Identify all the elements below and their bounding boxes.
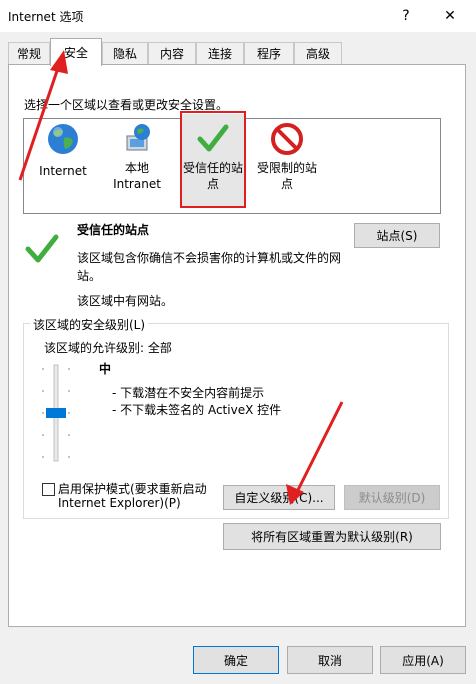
cancel-button[interactable]: 取消: [287, 646, 373, 674]
tab-connections[interactable]: 连接: [196, 42, 244, 64]
zone-label: Internet: [39, 164, 87, 178]
zone-restricted-sites[interactable]: 受限制的站 点: [254, 122, 320, 192]
security-level-slider[interactable]: [38, 362, 74, 468]
tab-programs[interactable]: 程序: [244, 42, 294, 64]
trusted-check-icon: [25, 234, 59, 263]
tab-advanced[interactable]: 高级: [294, 42, 342, 64]
zone-label: 本地: [124, 161, 149, 175]
sites-button[interactable]: 站点(S): [354, 223, 440, 248]
slider-thumb[interactable]: [46, 408, 66, 418]
zone-label: 点: [280, 177, 293, 191]
ok-button[interactable]: 确定: [193, 646, 279, 674]
selected-zone-desc-line1: 该区域包含你确信不会损害你的计算机或文件的网: [77, 251, 342, 265]
security-level-bullet-1: - 下载潜在不安全内容前提示: [112, 386, 265, 400]
zone-label: Intranet: [113, 177, 161, 191]
selected-zone-desc-line2: 站。: [77, 269, 102, 283]
intranet-icon: [126, 124, 150, 151]
security-level-name: 中: [99, 362, 112, 376]
protected-mode-checkbox[interactable]: [42, 483, 55, 496]
selected-zone-note: 该区域中有网站。: [77, 294, 174, 308]
default-level-button[interactable]: 默认级别(D): [344, 485, 440, 510]
zone-internet[interactable]: Internet: [32, 122, 94, 179]
tab-privacy[interactable]: 隐私: [102, 42, 148, 64]
tab-general[interactable]: 常规: [8, 42, 50, 64]
zone-local-intranet[interactable]: 本地 Intranet: [108, 122, 166, 192]
annotation-highlight-box: [180, 111, 246, 208]
zone-label: 受限制的站: [256, 161, 317, 175]
allowed-level-text: 该区域的允许级别: 全部: [44, 341, 172, 355]
reset-all-zones-button[interactable]: 将所有区域重置为默认级别(R): [223, 523, 441, 550]
security-level-bullet-2: - 不下载未签名的 ActiveX 控件: [112, 403, 282, 417]
custom-level-button[interactable]: 自定义级别(C)...: [223, 485, 335, 510]
restricted-icon: [271, 123, 303, 155]
protected-mode-label-line1: 启用保护模式(要求重新启动: [58, 482, 207, 496]
help-button[interactable]: ?: [384, 0, 428, 32]
apply-button[interactable]: 应用(A): [380, 646, 466, 674]
security-level-label: 该区域的安全级别(L): [30, 316, 149, 333]
globe-icon: [48, 124, 78, 154]
selected-zone-title: 受信任的站点: [77, 223, 150, 237]
window-title: Internet 选项: [8, 10, 84, 24]
tab-security[interactable]: 安全: [50, 38, 102, 66]
tab-content[interactable]: 内容: [148, 42, 196, 64]
close-button[interactable]: ✕: [428, 0, 472, 32]
protected-mode-label-line2: Internet Explorer)(P): [58, 496, 181, 510]
